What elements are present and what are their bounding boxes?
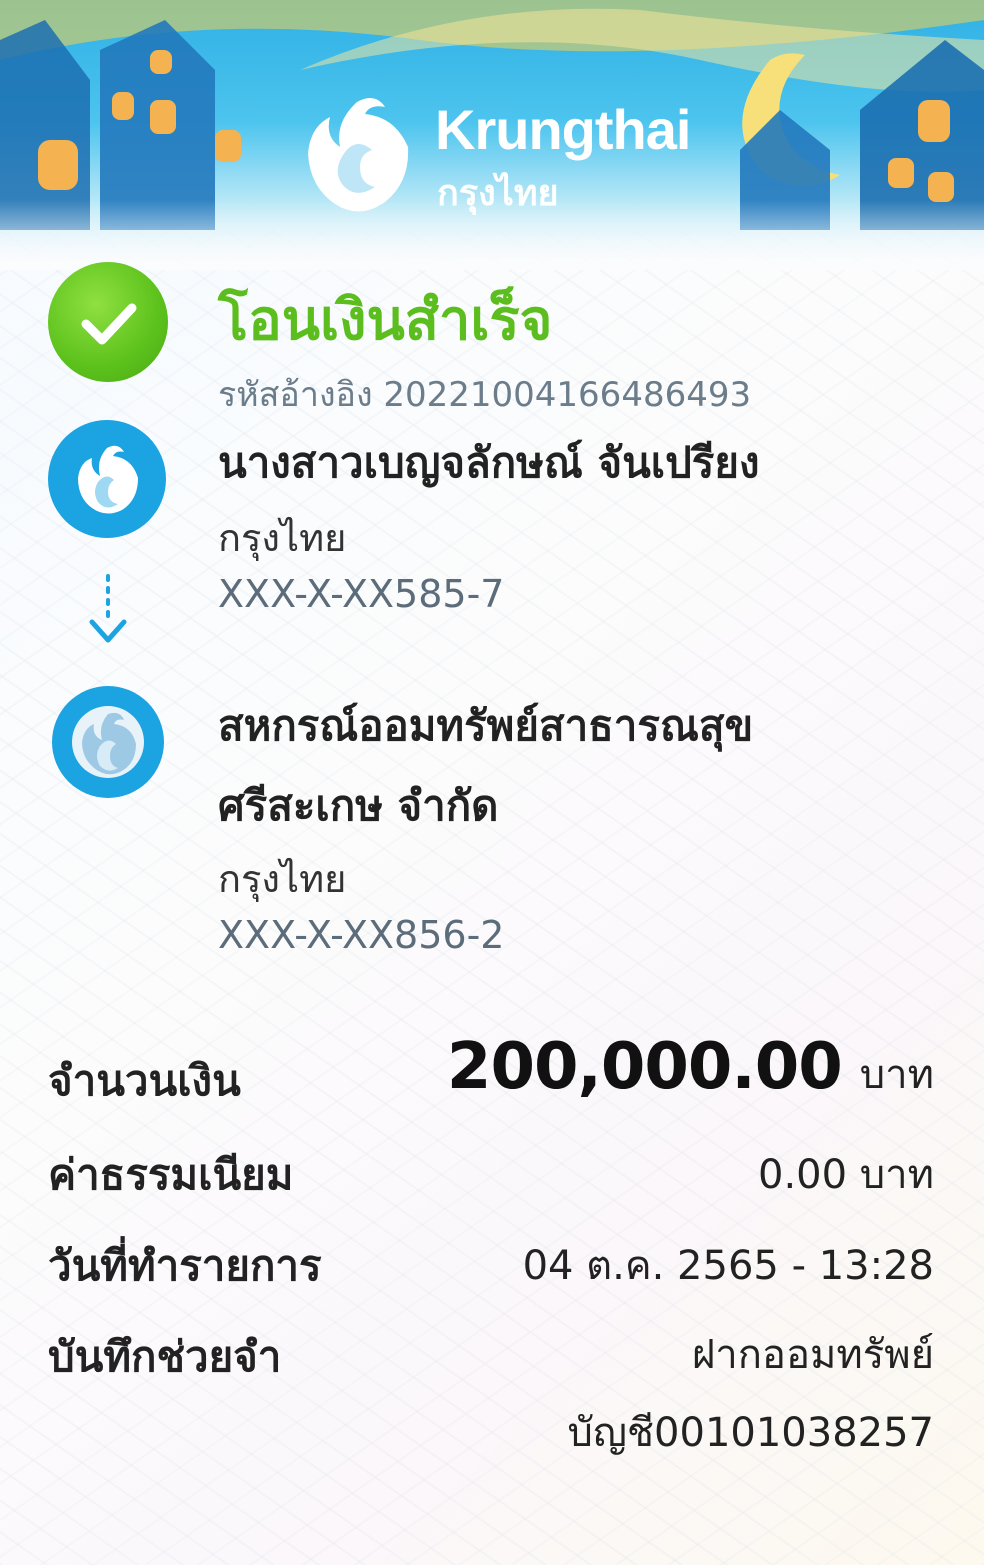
fee-value: 0.00 บาท xyxy=(758,1152,934,1198)
fee-label: ค่าธรรมเนียม xyxy=(48,1150,294,1199)
success-badge xyxy=(48,262,168,382)
check-icon xyxy=(81,303,137,345)
receiver-account: XXX-X-XX856-2 xyxy=(218,913,505,957)
garuda-bird-logo-icon xyxy=(308,98,409,212)
sender-name: นางสาวเบญจลักษณ์ จันเปรียง xyxy=(218,438,760,487)
header-banner: Krungthai กรุงไทย xyxy=(0,0,984,270)
status-title: โอนเงินสำเร็จ xyxy=(218,288,553,353)
receiver-bank: กรุงไทย xyxy=(218,857,347,901)
receiver-logo-icon xyxy=(72,706,144,778)
memo-label: บันทึกช่วยจำ xyxy=(48,1332,282,1381)
amount-value: 200,000.00 xyxy=(446,1030,843,1104)
sender-bank: กรุงไทย xyxy=(218,516,347,560)
brand-name-english: Krungthai xyxy=(435,98,691,161)
receiver-name-line2: ศรีสะเกษ จำกัด xyxy=(218,781,499,830)
krungthai-bird-icon xyxy=(78,445,138,514)
sender-account: XXX-X-XX585-7 xyxy=(218,572,505,616)
amount-row-value: 200,000.00 บาท xyxy=(447,1030,934,1106)
amount-unit: บาท xyxy=(859,1052,934,1098)
brand-name-thai: กรุงไทย xyxy=(437,173,559,214)
transfer-arrow-down-icon xyxy=(89,574,127,643)
amount-label: จำนวนเงิน xyxy=(48,1056,241,1105)
date-label: วันที่ทำรายการ xyxy=(48,1241,322,1290)
memo-line1: ฝากออมทรัพย์ xyxy=(691,1332,934,1378)
reference-number: รหัสอ้างอิง 20221004166486493 xyxy=(218,375,752,415)
krungthai-logo: Krungthai กรุงไทย xyxy=(300,92,720,222)
sender-bank-avatar xyxy=(48,420,166,538)
receiver-name-line1: สหกรณ์ออมทรัพย์สาธารณสุข xyxy=(218,701,754,750)
memo-line2: บัญชี00101038257 xyxy=(567,1410,934,1456)
date-value: 04 ต.ค. 2565 - 13:28 xyxy=(522,1243,934,1289)
receiver-bank-avatar xyxy=(52,686,164,798)
